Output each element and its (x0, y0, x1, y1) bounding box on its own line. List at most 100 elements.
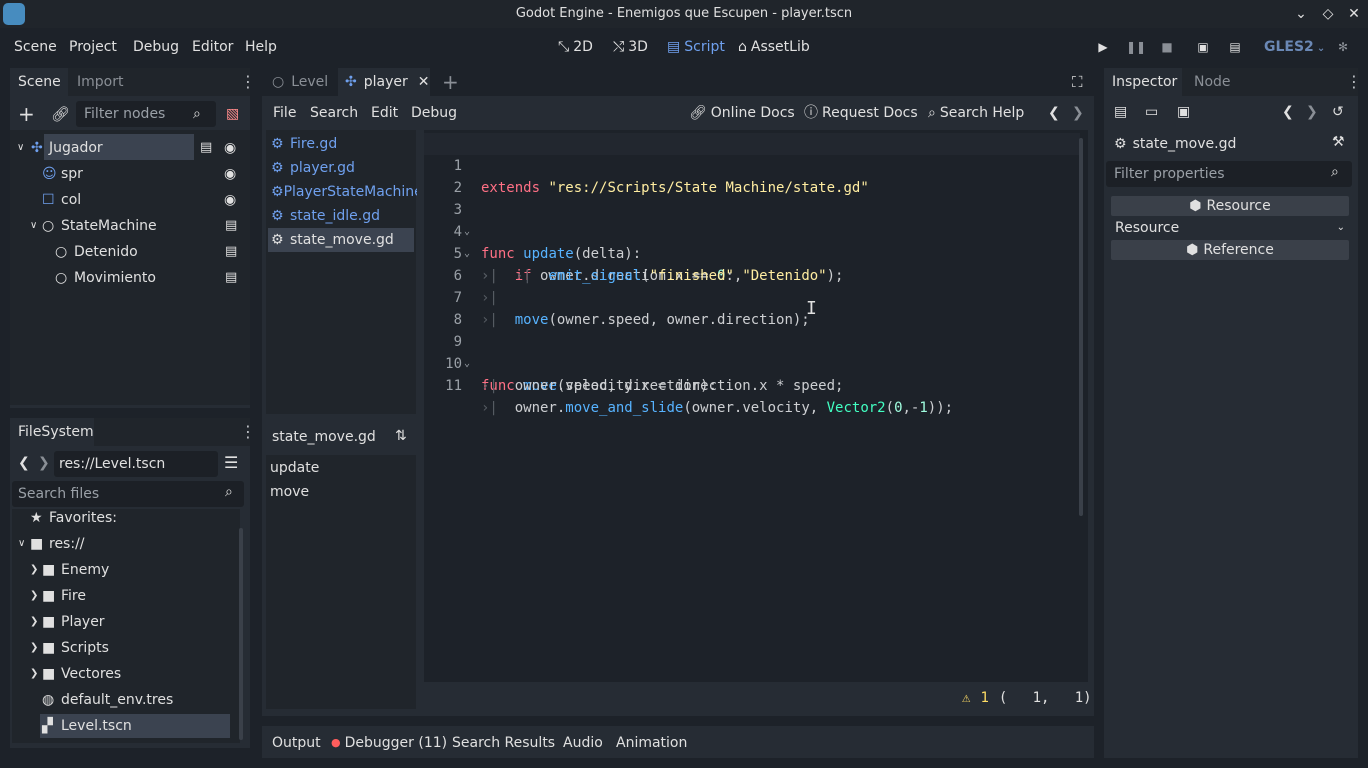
filter-properties-input[interactable]: Filter properties (1106, 161, 1352, 187)
menu-scene[interactable]: Scene (14, 36, 57, 58)
new-resource-icon[interactable]: ▤ (1114, 104, 1127, 120)
tab-search-results[interactable]: Search Results (452, 733, 555, 753)
warning-icon[interactable]: ⚠ (962, 690, 970, 706)
renderer-select[interactable]: GLES2 ⌄ (1264, 36, 1325, 58)
stop-icon[interactable]: ■ (1158, 38, 1176, 56)
inspected-object[interactable]: ⚙ state_move.gd (1114, 134, 1236, 154)
save-icon[interactable]: ▣ (1177, 104, 1190, 120)
split-mode-icon[interactable]: ☰ (224, 453, 238, 472)
script-icon[interactable]: ▤ (200, 140, 212, 155)
menu-help[interactable]: Help (245, 36, 277, 58)
tree-node-movimiento[interactable]: ○ Movimiento (55, 265, 156, 291)
tab-animation[interactable]: Animation (616, 733, 687, 753)
node-icon: ○ (272, 74, 285, 90)
menu-editor[interactable]: Editor (192, 36, 233, 58)
script-attach-icon[interactable]: ▧ (226, 104, 239, 124)
favorites-item[interactable]: ★ Favorites: (30, 505, 117, 531)
script-item-fire[interactable]: ⚙ Fire.gd (271, 131, 337, 157)
tab-filesystem[interactable]: FileSystem (18, 418, 94, 446)
tree-node-statemachine[interactable]: ∨ ○ StateMachine (30, 213, 157, 239)
reference-section[interactable]: ⬢ Reference (1111, 240, 1349, 260)
folder-scripts[interactable]: ❯ ■ Scripts (30, 635, 109, 661)
workspace-2d-button[interactable]: ⤡ 2D (558, 36, 593, 58)
tab-inspector[interactable]: Inspector (1112, 68, 1177, 96)
tab-import[interactable]: Import (77, 68, 123, 96)
folder-fire[interactable]: ❯ ■ Fire (30, 583, 86, 609)
tab-debugger[interactable]: ● Debugger (11) (331, 733, 447, 753)
folder-player[interactable]: ❯ ■ Player (30, 609, 105, 635)
play-icon[interactable]: ▶ (1094, 38, 1112, 56)
chevron-down-icon: ∨ (17, 142, 25, 153)
link-icon[interactable]: 🔗︎ (51, 104, 70, 124)
close-tab-icon[interactable]: ✕ (418, 68, 430, 96)
script-icon[interactable]: ▤ (225, 270, 237, 285)
sort-icon[interactable]: ⇅ (395, 428, 407, 444)
workspace-3d-button[interactable]: ⤭ 3D (613, 36, 648, 58)
folder-enemy[interactable]: ❯ ■ Enemy (30, 557, 109, 583)
more-options-icon[interactable]: ⋮ (240, 422, 256, 441)
menu-project[interactable]: Project (69, 36, 117, 58)
folder-vectores[interactable]: ❯ ■ Vectores (30, 661, 121, 687)
path-field[interactable]: res://Level.tscn (54, 451, 218, 477)
back-icon[interactable]: ❮ (18, 455, 30, 471)
online-docs-button[interactable]: 🔗︎ Online Docs (689, 101, 795, 125)
back-icon[interactable]: ❮ (1282, 104, 1294, 120)
distraction-free-icon[interactable]: ⛶ (1072, 68, 1083, 96)
play-custom-scene-icon[interactable]: ▤ (1226, 38, 1244, 56)
forward-icon[interactable]: ❯ (38, 455, 50, 471)
object-settings-icon[interactable]: ⚒ (1332, 134, 1345, 150)
maximize-icon[interactable]: ◇ (1318, 4, 1338, 24)
add-tab-icon[interactable]: + (442, 68, 459, 96)
menu-debug[interactable]: Debug (133, 36, 179, 58)
tree-node-detenido[interactable]: ○ Detenido (55, 239, 138, 265)
resource-category[interactable]: Resource ⌄ (1111, 218, 1349, 238)
request-docs-button[interactable]: ⓘ Request Docs (804, 101, 918, 125)
back-icon[interactable]: ❮ (1048, 101, 1060, 125)
script-item-playerstatemachine[interactable]: ⚙ PlayerStateMachine (271, 179, 417, 205)
script-menu-edit[interactable]: Edit (371, 101, 398, 125)
tab-audio[interactable]: Audio (563, 733, 603, 753)
file-level-tscn[interactable]: ▞ Level.tscn (42, 713, 132, 739)
tab-player[interactable]: ✣ player ✕ (345, 68, 429, 96)
tab-level[interactable]: ○ Level (272, 68, 328, 96)
more-options-icon[interactable]: ⋮ (1346, 72, 1362, 91)
search-help-button[interactable]: ⌕ Search Help (928, 101, 1024, 125)
pause-icon[interactable]: ❚❚ (1126, 38, 1146, 56)
search-files-input[interactable]: Search files (12, 481, 244, 507)
script-icon[interactable]: ▤ (225, 218, 237, 233)
script-menu-file[interactable]: File (273, 101, 296, 125)
visibility-icon[interactable]: ◉ (224, 166, 236, 182)
resource-section[interactable]: ⬢ Resource (1111, 196, 1349, 216)
text-cursor-icon: I (806, 298, 817, 319)
method-item-move[interactable]: move (270, 479, 309, 505)
tab-scene[interactable]: Scene (18, 68, 61, 96)
tree-node-jugador[interactable]: ∨ ✣ Jugador (17, 135, 103, 161)
tree-node-col[interactable]: ☐ col (42, 187, 81, 213)
tab-node[interactable]: Node (1194, 68, 1231, 96)
script-menu-search[interactable]: Search (310, 101, 358, 125)
workspace-script-button[interactable]: ▤ Script (667, 36, 725, 58)
add-node-icon[interactable]: + (18, 104, 35, 124)
history-icon[interactable]: ↺ (1332, 104, 1344, 120)
workspace-assetlib-button[interactable]: ⌂ AssetLib (738, 36, 810, 58)
file-default-env[interactable]: ◍ default_env.tres (42, 687, 173, 713)
script-menu-debug[interactable]: Debug (411, 101, 457, 125)
forward-icon[interactable]: ❯ (1072, 101, 1084, 125)
script-item-state-move[interactable]: ⚙ state_move.gd (271, 227, 394, 253)
visibility-icon[interactable]: ◉ (224, 140, 236, 156)
more-options-icon[interactable]: ⋮ (240, 72, 256, 91)
folder-res-root[interactable]: ∨ ■ res:// (18, 531, 85, 557)
scrollbar[interactable] (239, 528, 243, 740)
script-icon[interactable]: ▤ (225, 244, 237, 259)
tab-output[interactable]: Output (272, 733, 321, 753)
close-window-icon[interactable]: ✕ (1344, 4, 1364, 24)
open-folder-icon[interactable]: ▭ (1145, 104, 1158, 120)
tree-node-spr[interactable]: ☺ spr (42, 161, 83, 187)
forward-icon[interactable]: ❯ (1306, 104, 1318, 120)
visibility-icon[interactable]: ◉ (224, 192, 236, 208)
minimize-icon[interactable]: ⌄ (1291, 4, 1311, 24)
method-item-update[interactable]: update (270, 455, 319, 481)
play-scene-icon[interactable]: ▣ (1194, 38, 1212, 56)
script-item-state-idle[interactable]: ⚙ state_idle.gd (271, 203, 380, 229)
script-item-player[interactable]: ⚙ player.gd (271, 155, 355, 181)
